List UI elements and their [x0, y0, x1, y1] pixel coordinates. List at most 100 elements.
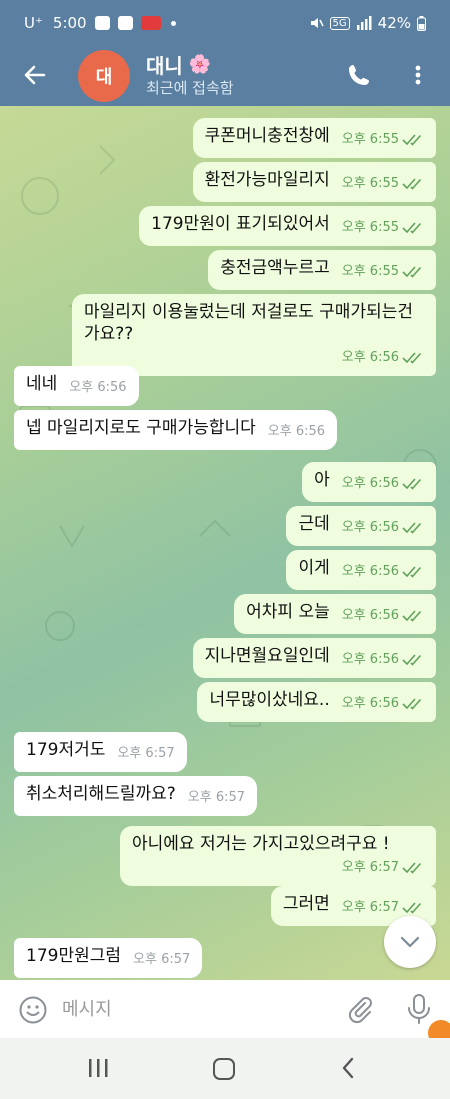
message-time: 오후 6:57	[133, 952, 191, 967]
message-outgoing[interactable]: 지나면월요일인데 오후 6:56	[192, 638, 436, 678]
home-button[interactable]	[213, 1058, 235, 1080]
chat-notification-icon	[94, 16, 110, 30]
message-time: 오후 6:56	[341, 476, 399, 491]
message-text: 아	[314, 470, 330, 490]
message-outgoing[interactable]: 아 오후 6:56	[302, 462, 436, 502]
message-meta: 오후 6:55	[342, 261, 424, 283]
double-check-icon	[402, 566, 422, 578]
message-text: 취소처리해드릴까요?	[26, 784, 176, 804]
carrier-label: U⁺	[24, 14, 43, 32]
message-time: 오후 6:55	[341, 220, 399, 235]
message-text: 근데	[298, 514, 330, 534]
message-outgoing[interactable]: 이게 오후 6:56	[286, 550, 436, 590]
message-outgoing[interactable]: 179만원이 표기되있어서 오후 6:55	[139, 206, 436, 246]
message-time: 오후 6:57	[187, 790, 246, 805]
back-button[interactable]	[20, 60, 50, 90]
status-bar: U⁺ 5:00 5G 42%	[0, 0, 450, 48]
avatar[interactable]: 대	[78, 50, 130, 102]
microphone-button[interactable]	[406, 993, 432, 1025]
message-text: 너무많이샀네요..	[209, 690, 330, 710]
scroll-down-button[interactable]	[384, 916, 436, 968]
message-time: 오후 6:55	[341, 264, 399, 279]
contact-name[interactable]: 대니 🌸	[146, 50, 211, 79]
message-text: 지나면월요일인데	[204, 646, 330, 666]
last-seen-status: 최근에 접속함	[146, 79, 234, 97]
battery-icon	[417, 15, 426, 31]
status-left: U⁺ 5:00	[24, 14, 176, 32]
message-text: 환전가능마일리지	[204, 170, 330, 190]
signal-icon	[356, 16, 372, 30]
chat-area[interactable]: 쿠폰머니충전창에 오후 6:55 환전가능마일리지 오후 6:55 179만원이 표…	[0, 106, 450, 980]
message-outgoing[interactable]: 너무많이샀네요.. 오후 6:56	[197, 682, 436, 722]
message-meta: 오후 6:57	[188, 787, 245, 809]
message-meta: 오후 6:57	[117, 743, 174, 765]
message-outgoing[interactable]: 환전가능마일리지 오후 6:55	[192, 162, 436, 202]
call-button[interactable]	[344, 60, 374, 90]
arrow-left-icon	[24, 65, 46, 85]
message-outgoing[interactable]: 마일리지 이용눌렀는데 저걸로도 구매가되는건가요?? 오후 6:56	[72, 294, 436, 376]
message-meta: 오후 6:55	[342, 217, 424, 239]
message-outgoing[interactable]: 아니에요 저거는 가지고있으려구요 ! 오후 6:57	[120, 826, 436, 886]
message-outgoing[interactable]: 쿠폰머니충전창에 오후 6:55	[192, 118, 436, 158]
message-incoming[interactable]: 넵 마일리지로도 구매가능합니다 오후 6:56	[14, 410, 338, 450]
double-check-icon	[402, 352, 422, 364]
status-right: 5G 42%	[308, 14, 426, 32]
message-time: 오후 6:55	[341, 132, 399, 147]
message-input[interactable]	[62, 994, 312, 1024]
more-notifications-icon	[170, 20, 176, 26]
message-meta: 오후 6:57	[133, 949, 190, 971]
message-meta: 오후 6:56	[268, 421, 325, 443]
message-text: 마일리지 이용눌렀는데 저걸로도 구매가되는건가요??	[84, 302, 414, 344]
double-check-icon	[402, 266, 422, 278]
recent-apps-button[interactable]	[86, 1058, 110, 1078]
double-check-icon	[402, 610, 422, 622]
message-meta: 오후 6:56	[342, 473, 424, 495]
message-time: 오후 6:55	[341, 176, 399, 191]
message-input-bar	[0, 980, 450, 1046]
system-back-button[interactable]	[340, 1056, 356, 1080]
message-meta: 오후 6:57	[132, 857, 424, 879]
message-outgoing[interactable]: 어차피 오늘 오후 6:56	[234, 594, 436, 634]
message-meta: 오후 6:56	[342, 561, 424, 583]
double-check-icon	[402, 178, 422, 190]
message-text: 충전금액누르고	[220, 258, 330, 278]
message-time: 오후 6:56	[69, 380, 127, 395]
message-meta: 오후 6:55	[342, 173, 424, 195]
message-time: 오후 6:57	[117, 746, 175, 761]
flower-emoji: 🌸	[188, 54, 212, 75]
double-check-icon	[402, 522, 422, 534]
double-check-icon	[402, 134, 422, 146]
message-text: 아니에요 저거는 가지고있으려구요 !	[132, 834, 390, 854]
more-options-button[interactable]	[408, 60, 428, 90]
network-label: 5G	[329, 16, 350, 30]
message-incoming[interactable]: 네네 오후 6:56	[14, 366, 139, 406]
message-incoming[interactable]: 취소처리해드릴까요? 오후 6:57	[14, 776, 258, 816]
chevron-down-icon	[400, 936, 420, 948]
message-outgoing[interactable]: 근데 오후 6:56	[286, 506, 436, 546]
system-navigation-bar	[0, 1038, 450, 1099]
message-text: 쿠폰머니충전창에	[204, 126, 330, 146]
message-outgoing[interactable]: 충전금액누르고 오후 6:55	[208, 250, 436, 290]
recent-apps-icon	[89, 1059, 108, 1077]
paperclip-icon	[348, 997, 372, 1024]
contact-name-text: 대니	[146, 54, 183, 78]
message-incoming[interactable]: 179만원그럼 오후 6:57	[14, 938, 203, 978]
message-time: 오후 6:57	[341, 900, 399, 915]
message-time: 오후 6:56	[341, 696, 399, 711]
attach-button[interactable]	[345, 994, 375, 1024]
clock: 5:00	[52, 14, 87, 32]
message-time: 오후 6:56	[341, 652, 399, 667]
gallery-notification-icon	[117, 16, 133, 30]
message-incoming[interactable]: 179저거도 오후 6:57	[14, 732, 187, 772]
double-check-icon	[402, 902, 422, 914]
double-check-icon	[402, 862, 422, 874]
message-meta: 오후 6:56	[342, 693, 424, 715]
emoji-button[interactable]	[18, 995, 48, 1025]
double-check-icon	[402, 222, 422, 234]
message-text: 179저거도	[26, 740, 106, 760]
battery-level: 42%	[377, 14, 411, 32]
message-time: 오후 6:57	[341, 860, 399, 875]
microphone-icon	[408, 994, 430, 1024]
message-meta: 오후 6:56	[69, 377, 126, 399]
double-check-icon	[402, 478, 422, 490]
